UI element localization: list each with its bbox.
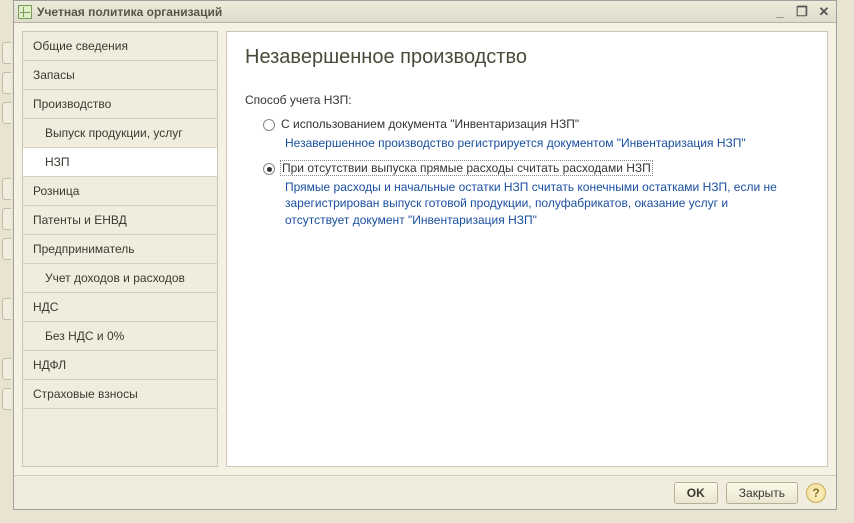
window: Учетная политика организаций _ ❐ ✕ Общие… bbox=[13, 0, 837, 510]
tab-stub[interactable] bbox=[2, 358, 11, 380]
section-label: Способ учета НЗП: bbox=[245, 93, 809, 107]
close-button[interactable]: Закрыть bbox=[726, 482, 798, 504]
maximize-button[interactable]: ❐ bbox=[794, 5, 810, 19]
sidebar-item-0[interactable]: Общие сведения bbox=[23, 32, 217, 61]
radio-description: Прямые расходы и начальные остатки НЗП с… bbox=[285, 179, 785, 228]
sidebar-item-2[interactable]: Производство bbox=[23, 90, 217, 119]
tab-stub[interactable] bbox=[2, 72, 11, 94]
radio-option-1[interactable]: При отсутствии выпуска прямые расходы сч… bbox=[263, 161, 809, 175]
sidebar-item-8[interactable]: Учет доходов и расходов bbox=[23, 264, 217, 293]
sidebar-item-9[interactable]: НДС bbox=[23, 293, 217, 322]
radio-icon[interactable] bbox=[263, 163, 275, 175]
app-icon bbox=[18, 5, 32, 19]
sidebar-item-1[interactable]: Запасы bbox=[23, 61, 217, 90]
sidebar-item-5[interactable]: Розница bbox=[23, 177, 217, 206]
radio-label: При отсутствии выпуска прямые расходы сч… bbox=[281, 161, 652, 175]
tab-stub[interactable] bbox=[2, 102, 11, 124]
radio-description: Незавершенное производство регистрируетс… bbox=[285, 135, 785, 151]
help-button[interactable]: ? bbox=[806, 483, 826, 503]
radio-option-0[interactable]: С использованием документа "Инвентаризац… bbox=[263, 117, 809, 131]
tab-stub[interactable] bbox=[2, 388, 11, 410]
page-title: Незавершенное производство bbox=[245, 46, 809, 69]
sidebar-item-7[interactable]: Предприниматель bbox=[23, 235, 217, 264]
titlebar: Учетная политика организаций _ ❐ ✕ bbox=[14, 1, 836, 23]
sidebar-item-6[interactable]: Патенты и ЕНВД bbox=[23, 206, 217, 235]
radio-icon[interactable] bbox=[263, 119, 275, 131]
body-area: Общие сведенияЗапасыПроизводствоВыпуск п… bbox=[14, 23, 836, 475]
tab-stub[interactable] bbox=[2, 238, 11, 260]
sidebar: Общие сведенияЗапасыПроизводствоВыпуск п… bbox=[22, 31, 218, 467]
sidebar-item-4[interactable]: НЗП bbox=[23, 148, 217, 177]
footer: OK Закрыть ? bbox=[14, 475, 836, 509]
sidebar-item-10[interactable]: Без НДС и 0% bbox=[23, 322, 217, 351]
tab-stub[interactable] bbox=[2, 178, 11, 200]
sidebar-item-3[interactable]: Выпуск продукции, услуг bbox=[23, 119, 217, 148]
minimize-button[interactable]: _ bbox=[772, 5, 788, 19]
tab-stub[interactable] bbox=[2, 42, 11, 64]
content-panel: Незавершенное производство Способ учета … bbox=[226, 31, 828, 467]
ok-button[interactable]: OK bbox=[674, 482, 718, 504]
radio-label: С использованием документа "Инвентаризац… bbox=[281, 117, 579, 131]
close-window-button[interactable]: ✕ bbox=[816, 5, 832, 19]
sidebar-item-11[interactable]: НДФЛ bbox=[23, 351, 217, 380]
sidebar-item-12[interactable]: Страховые взносы bbox=[23, 380, 217, 409]
left-margin-decor bbox=[0, 0, 13, 510]
tab-stub[interactable] bbox=[2, 298, 11, 320]
window-controls: _ ❐ ✕ bbox=[772, 5, 832, 19]
window-title: Учетная политика организаций bbox=[37, 5, 772, 19]
tab-stub[interactable] bbox=[2, 208, 11, 230]
